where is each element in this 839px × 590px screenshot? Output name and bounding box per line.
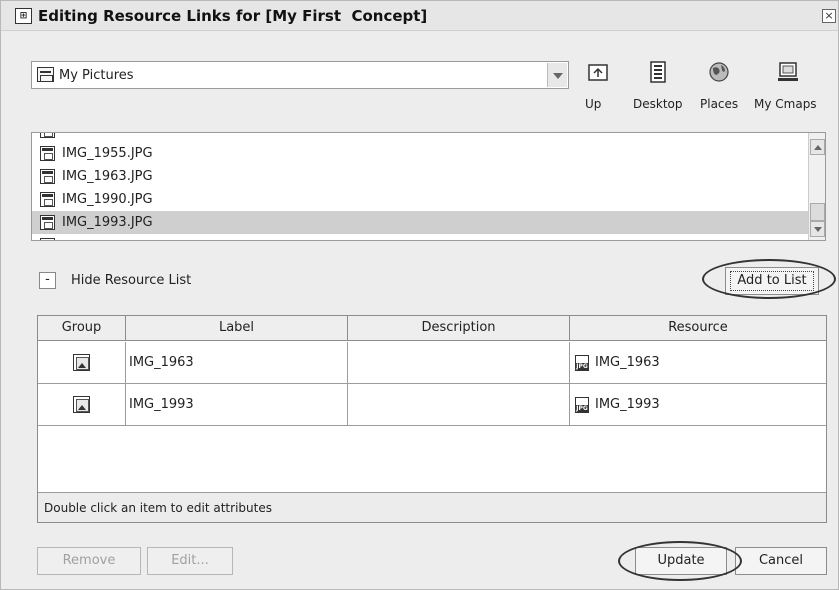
globe-icon	[709, 62, 729, 82]
remove-button[interactable]: Remove	[37, 547, 141, 575]
table-status-text: Double click an item to edit attributes	[38, 492, 826, 522]
picture-icon	[73, 396, 90, 413]
my-cmaps-label: My Cmaps	[754, 97, 817, 111]
cancel-button[interactable]: Cancel	[735, 547, 827, 575]
scroll-thumb[interactable]	[810, 203, 825, 221]
table-cell-group[interactable]	[38, 384, 126, 426]
highlight-circle	[618, 541, 742, 581]
list-item[interactable]: IMG_1963.JPG	[32, 165, 810, 188]
column-header-group[interactable]: Group	[38, 316, 126, 341]
column-header-label[interactable]: Label	[126, 316, 348, 341]
file-name: IMG_1993.JPG	[62, 215, 153, 230]
close-icon[interactable]: ×	[822, 9, 836, 23]
column-header-resource[interactable]: Resource	[570, 316, 826, 341]
folder-select-value: My Pictures	[59, 68, 134, 83]
resource-table: Group Label Description Resource IMG_196…	[37, 315, 827, 523]
folder-select[interactable]: My Pictures	[31, 61, 569, 89]
list-item-partial[interactable]	[32, 133, 810, 142]
resource-name: IMG_1993	[595, 397, 660, 412]
up-label: Up	[585, 97, 602, 111]
cmap-app-icon: ⊞	[15, 8, 32, 24]
picture-icon	[73, 354, 90, 371]
image-file-icon	[40, 192, 55, 207]
jpg-file-icon: JPG	[575, 355, 589, 371]
file-name: IMG_1955.JPG	[62, 146, 153, 161]
file-name: IMG_1963.JPG	[62, 169, 153, 184]
table-cell-resource[interactable]: JPG IMG_1993	[570, 384, 826, 426]
scroll-up-icon[interactable]	[810, 139, 825, 155]
image-file-icon	[40, 133, 55, 138]
list-item-selected[interactable]: IMG_1993.JPG	[32, 211, 810, 234]
desktop-label: Desktop	[633, 97, 683, 111]
computer-icon	[778, 62, 798, 81]
jpg-icon-label: JPG	[576, 363, 588, 370]
dialog-title: Editing Resource Links for [My First Con…	[38, 7, 428, 25]
desktop-icon	[650, 61, 666, 83]
scroll-down-icon[interactable]	[810, 221, 825, 237]
file-list[interactable]: IMG_1955.JPG IMG_1963.JPG IMG_1990.JPG I…	[31, 132, 826, 241]
file-name: IMG_1990.JPG	[62, 192, 153, 207]
column-header-description[interactable]: Description	[348, 316, 570, 341]
resource-links-dialog: ⊞ Editing Resource Links for [My First C…	[0, 0, 839, 590]
image-file-icon	[40, 215, 55, 230]
image-file-icon	[40, 146, 55, 161]
table-cell-group[interactable]	[38, 342, 126, 384]
table-cell-label[interactable]: IMG_1993	[126, 384, 348, 426]
title-bar[interactable]: ⊞ Editing Resource Links for [My First C…	[1, 1, 838, 31]
folder-icon	[37, 67, 54, 82]
resource-name: IMG_1963	[595, 355, 660, 370]
hide-resource-list-label: Hide Resource List	[71, 273, 192, 288]
hide-resource-list-toggle[interactable]: -	[39, 272, 56, 289]
image-file-icon	[40, 169, 55, 184]
list-item[interactable]: IMG_1955.JPG	[32, 142, 810, 165]
table-cell-resource[interactable]: JPG IMG_1963	[570, 342, 826, 384]
places-label: Places	[700, 97, 739, 111]
jpg-file-icon: JPG	[575, 397, 589, 413]
edit-button[interactable]: Edit...	[147, 547, 233, 575]
up-folder-icon	[588, 64, 608, 81]
highlight-circle	[702, 259, 836, 299]
list-item[interactable]: IMG_1990.JPG	[32, 188, 810, 211]
list-item-partial[interactable]	[32, 234, 810, 240]
jpg-icon-label: JPG	[576, 405, 588, 412]
file-list-scrollbar[interactable]	[808, 133, 825, 240]
table-cell-description[interactable]	[348, 342, 570, 384]
table-cell-description[interactable]	[348, 384, 570, 426]
folder-icon	[40, 238, 55, 240]
table-cell-label[interactable]: IMG_1963	[126, 342, 348, 384]
chevron-down-icon[interactable]	[547, 63, 567, 87]
